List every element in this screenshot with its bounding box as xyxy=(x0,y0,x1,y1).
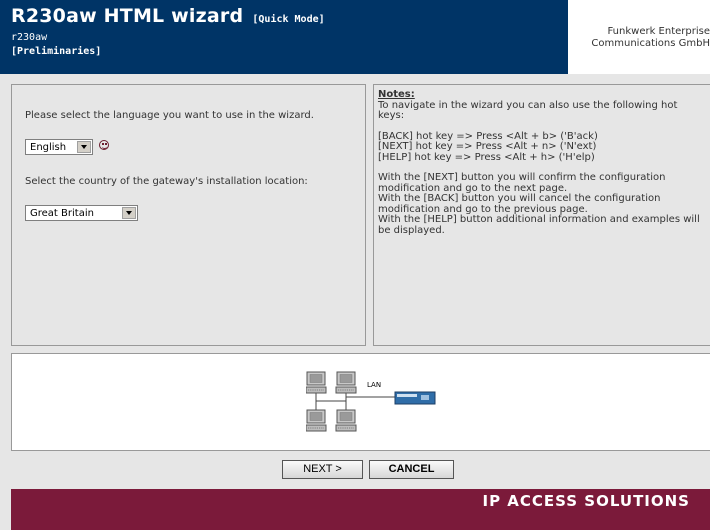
language-select-value: English xyxy=(30,142,67,153)
header-banner: R230aw HTML wizard [Quick Mode] r230aw [… xyxy=(0,0,568,74)
mode-label: [Quick Mode] xyxy=(252,14,325,25)
hotkey-help: [HELP] hot key => Press <Alt + h> ('H'el… xyxy=(378,151,595,163)
title-line: R230aw HTML wizard [Quick Mode] xyxy=(11,5,568,31)
note-help-1: With the [HELP] button additional inform… xyxy=(378,214,700,225)
chevron-down-icon[interactable] xyxy=(77,141,91,153)
notes-intro-1: To navigate in the wizard you can also u… xyxy=(378,99,678,111)
computer-icon xyxy=(335,409,357,432)
network-diagram-panel: LAN xyxy=(11,353,710,451)
cancel-button[interactable]: CANCEL xyxy=(369,460,454,479)
device-name: r230aw xyxy=(11,32,48,43)
computer-icon xyxy=(306,409,327,432)
country-prompt: Select the country of the gateway's inst… xyxy=(25,176,308,187)
next-button[interactable]: NEXT > xyxy=(282,460,363,479)
wizard-page: R230aw HTML wizard [Quick Mode] r230aw [… xyxy=(0,0,710,530)
brand-tagline: IP ACCESS SOLUTIONS xyxy=(482,492,690,510)
lan-label: LAN xyxy=(367,381,381,389)
header: R230aw HTML wizard [Quick Mode] r230aw [… xyxy=(0,0,710,74)
note-help-2: be displayed. xyxy=(378,224,445,236)
network-diagram: LAN xyxy=(306,371,436,432)
computer-icon xyxy=(306,371,327,394)
computer-icon xyxy=(335,371,357,394)
language-select[interactable]: English xyxy=(25,139,93,155)
note-back-1: With the [BACK] button you will cancel t… xyxy=(378,193,661,204)
notes-intro-2: keys: xyxy=(378,110,405,121)
page-title: R230aw HTML wizard xyxy=(11,5,244,27)
notes-heading: Notes: xyxy=(378,89,415,100)
gateway-router-icon xyxy=(394,391,436,405)
step-name: [Preliminaries] xyxy=(11,46,102,57)
notes-panel: Notes: To navigate in the wizard you can… xyxy=(373,84,710,346)
chevron-down-icon[interactable] xyxy=(122,207,136,219)
hotkey-next: [NEXT] hot key => Press <Alt + n> ('N'ex… xyxy=(378,141,597,152)
company-name: Funkwerk Enterprise Communications GmbH xyxy=(568,26,710,50)
country-select-value: Great Britain xyxy=(30,208,94,219)
company-line-2: Communications GmbH xyxy=(591,38,710,49)
country-select[interactable]: Great Britain xyxy=(25,205,138,221)
company-line-1: Funkwerk Enterprise xyxy=(607,26,710,37)
language-prompt: Please select the language you want to u… xyxy=(25,110,314,121)
note-next-1: With the [NEXT] button you will confirm … xyxy=(378,172,666,183)
footer-banner: IP ACCESS SOLUTIONS xyxy=(11,489,710,530)
smiley-help-icon[interactable] xyxy=(99,140,109,150)
settings-panel: Please select the language you want to u… xyxy=(11,84,366,346)
